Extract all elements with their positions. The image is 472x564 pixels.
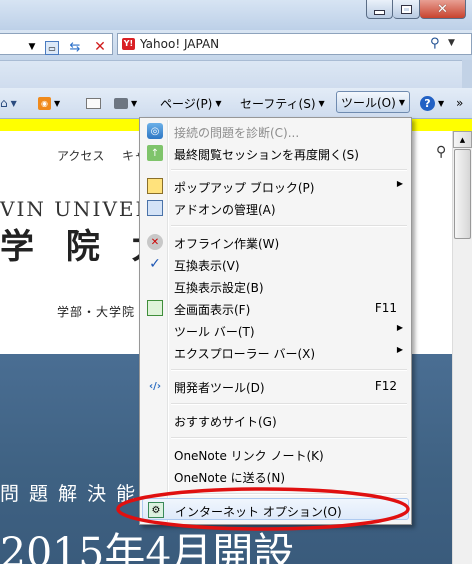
menu-item-label: 接続の問題を診断(C)... xyxy=(174,126,300,140)
safety-menu-label: セーフティ(S) xyxy=(240,96,316,111)
menu-item-internet-options[interactable]: ⚙ インターネット オプション(O) xyxy=(142,498,409,520)
menu-separator xyxy=(171,169,407,171)
more-commands-button[interactable]: » xyxy=(456,94,463,112)
scroll-up-arrow-icon[interactable]: ▲ xyxy=(453,131,472,148)
read-mail-button[interactable] xyxy=(86,94,101,112)
submenu-arrow-icon: ▶ xyxy=(396,345,403,354)
menu-separator xyxy=(171,437,407,439)
refresh-icon[interactable]: ⇆ xyxy=(67,39,83,55)
reopen-session-icon: ↑ xyxy=(147,145,163,161)
print-button[interactable]: ▼ xyxy=(114,94,137,112)
close-icon: ✕ xyxy=(437,1,448,17)
hero-subtitle: 問 題 解 決 能 xyxy=(0,483,138,505)
home-icon: ⌂ xyxy=(0,96,8,110)
menu-item-label: ポップアップ ブロック(P) xyxy=(174,181,315,195)
menu-item-compatibility-settings[interactable]: 互換表示設定(B) xyxy=(142,275,409,297)
popup-blocker-icon xyxy=(147,178,163,194)
menu-item-shortcut: F12 xyxy=(374,379,397,393)
search-dropdown-icon[interactable]: ▼ xyxy=(448,38,455,48)
menu-item-work-offline[interactable]: ✕ オフライン作業(W) xyxy=(142,231,409,253)
rss-feed-icon: ◉ xyxy=(38,96,51,110)
menu-item-onenote-linked-notes[interactable]: OneNote リンク ノート(K) xyxy=(142,443,409,465)
search-provider-label: Yahoo! JAPAN xyxy=(140,37,220,51)
tab-strip-edge xyxy=(462,60,472,88)
help-icon: ? xyxy=(420,95,435,111)
minimize-icon xyxy=(374,9,385,15)
menu-item-label: アドオンの管理(A) xyxy=(174,203,276,217)
globe-diagnose-icon: ◎ xyxy=(147,123,163,139)
tab-strip xyxy=(0,60,472,89)
menu-separator xyxy=(171,369,407,371)
maximize-button[interactable] xyxy=(393,0,420,19)
tools-dropdown-menu: ◎ 接続の問題を診断(C)... ↑ 最終閲覧セッションを再度開く(S) ポップ… xyxy=(139,117,412,525)
menu-item-manage-addons[interactable]: アドオンの管理(A) xyxy=(142,197,409,219)
tools-menu-button[interactable]: ツール(O) ▼ xyxy=(336,91,410,113)
menu-separator xyxy=(171,403,407,405)
menu-item-compatibility-view[interactable]: ✓ 互換表示(V) xyxy=(142,253,409,275)
menu-item-label: 互換表示設定(B) xyxy=(174,281,264,295)
submenu-arrow-icon: ▶ xyxy=(396,179,403,188)
menu-item-label: OneNote リンク ノート(K) xyxy=(174,449,324,463)
search-box[interactable]: Y! Yahoo! JAPAN ⚲ ▼ xyxy=(117,33,472,55)
feeds-button[interactable]: ◉ ▼ xyxy=(38,94,60,112)
maximize-icon xyxy=(400,4,412,14)
menu-item-send-to-onenote[interactable]: OneNote に送る(N) xyxy=(142,465,409,487)
search-icon[interactable]: ⚲ xyxy=(430,36,440,51)
offline-icon: ✕ xyxy=(147,234,163,250)
address-dropdown-icon[interactable]: ▼ xyxy=(24,39,40,55)
menu-item-label: 全画面表示(F) xyxy=(174,303,251,317)
scroll-thumb[interactable] xyxy=(454,149,471,239)
menu-item-label: インターネット オプション(O) xyxy=(175,505,342,519)
page-menu-label: ページ(P) xyxy=(160,96,213,111)
command-bar: ⌂ ▼ ◉ ▼ ▼ ページ(P) ▼ セーフティ(S) ▼ ツール(O) ▼ ? ▼ » xyxy=(0,88,472,119)
page-menu-button[interactable]: ページ(P) ▼ xyxy=(160,94,222,112)
developer-tools-icon: ‹/› xyxy=(149,380,161,392)
nav-link-access[interactable]: アクセス xyxy=(57,147,104,164)
compatibility-view-icon[interactable]: ▭ xyxy=(45,41,59,55)
menu-item-label: おすすめサイト(G) xyxy=(174,415,277,429)
menu-item-label: ツール バー(T) xyxy=(174,325,255,339)
menu-item-developer-tools[interactable]: ‹/› 開発者ツール(D) F12 xyxy=(142,375,409,397)
menu-item-label: 開発者ツール(D) xyxy=(174,381,265,395)
menu-item-label: 最終閲覧セッションを再度開く(S) xyxy=(174,148,359,162)
minimize-button[interactable] xyxy=(366,0,393,19)
address-bar[interactable]: ▼ ▭ ⇆ ✕ xyxy=(0,33,113,55)
nav-link-faculty[interactable]: 学部・大学院 xyxy=(57,303,135,320)
stop-icon[interactable]: ✕ xyxy=(92,39,108,55)
checkmark-icon: ✓ xyxy=(149,256,161,272)
window-titlebar: ✕ xyxy=(0,0,472,30)
help-button[interactable]: ? ▼ xyxy=(420,94,444,112)
menu-item-label: オフライン作業(W) xyxy=(174,237,280,251)
menu-item-full-screen[interactable]: 全画面表示(F) F11 xyxy=(142,297,409,319)
vertical-scrollbar[interactable]: ▲ xyxy=(452,131,472,564)
printer-icon xyxy=(114,97,128,109)
address-row: ▼ ▭ ⇆ ✕ Y! Yahoo! JAPAN ⚲ ▼ xyxy=(0,30,472,60)
tools-menu-label: ツール(O) xyxy=(341,95,396,110)
menu-item-popup-blocker[interactable]: ポップアップ ブロック(P) ▶ xyxy=(142,175,409,197)
yahoo-logo-icon: Y! xyxy=(122,38,135,50)
page-search-icon[interactable]: ⚲ xyxy=(436,144,446,160)
menu-item-toolbars[interactable]: ツール バー(T) ▶ xyxy=(142,319,409,341)
submenu-arrow-icon: ▶ xyxy=(396,323,403,332)
menu-separator xyxy=(171,225,407,227)
menu-separator xyxy=(171,493,407,495)
menu-item-diagnose-connection[interactable]: ◎ 接続の問題を診断(C)... xyxy=(142,120,409,142)
safety-menu-button[interactable]: セーフティ(S) ▼ xyxy=(240,94,325,112)
home-button[interactable]: ⌂ ▼ xyxy=(0,94,17,112)
internet-options-icon: ⚙ xyxy=(148,502,164,518)
menu-item-label: OneNote に送る(N) xyxy=(174,471,285,485)
addons-icon xyxy=(147,200,163,216)
menu-item-label: エクスプローラー バー(X) xyxy=(174,347,316,361)
close-window-button[interactable]: ✕ xyxy=(420,0,466,19)
menu-item-shortcut: F11 xyxy=(374,301,397,315)
fullscreen-icon xyxy=(147,300,163,316)
menu-item-suggested-sites[interactable]: おすすめサイト(G) xyxy=(142,409,409,431)
menu-item-explorer-bars[interactable]: エクスプローラー バー(X) ▶ xyxy=(142,341,409,363)
menu-item-label: 互換表示(V) xyxy=(174,259,240,273)
mail-icon xyxy=(86,97,101,109)
hero-title: 2015年4月開設 xyxy=(0,529,295,564)
menu-item-reopen-session[interactable]: ↑ 最終閲覧セッションを再度開く(S) xyxy=(142,142,409,164)
